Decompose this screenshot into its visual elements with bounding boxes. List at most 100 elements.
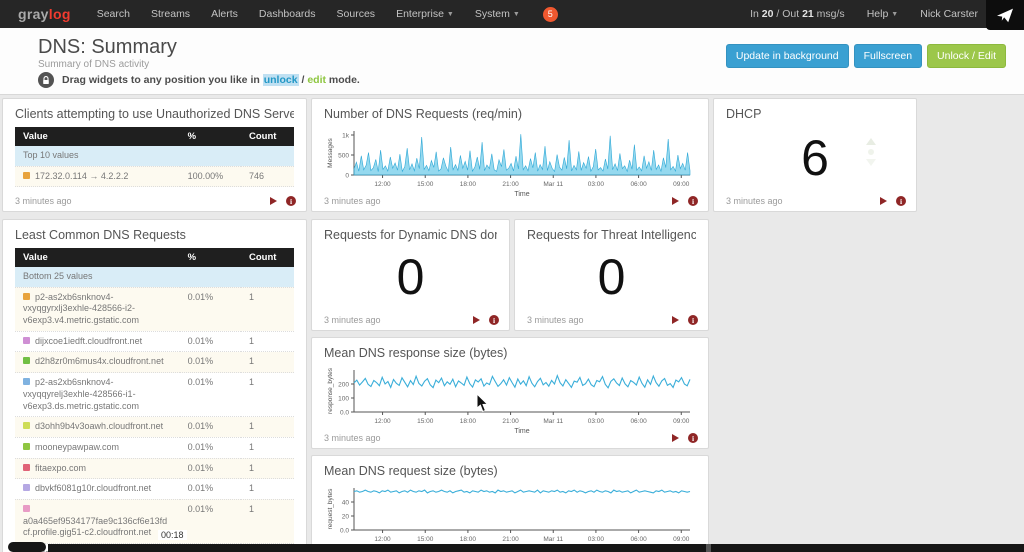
svg-text:21:00: 21:00: [502, 418, 519, 425]
column-header-count[interactable]: Count: [240, 248, 294, 267]
info-icon[interactable]: i: [489, 315, 499, 325]
top-navbar: graylog Search Streams Alerts Dashboards…: [0, 0, 1024, 28]
row-count: 1: [240, 331, 294, 353]
replay-search-icon[interactable]: [672, 434, 679, 442]
trend-icon: [864, 137, 878, 172]
widget-response-size-chart: Mean DNS response size (bytes) 200 100 0.0…: [311, 337, 709, 449]
column-header-pct[interactable]: %: [179, 127, 241, 146]
replay-search-icon[interactable]: [880, 197, 887, 205]
info-icon[interactable]: i: [286, 196, 296, 206]
info-icon[interactable]: i: [688, 433, 698, 443]
svg-text:15:00: 15:00: [417, 418, 434, 425]
replay-search-icon[interactable]: [672, 316, 679, 324]
unlock-edit-button[interactable]: Unlock / Edit: [927, 44, 1006, 68]
info-icon[interactable]: i: [688, 315, 698, 325]
widget-updated: 3 minutes ago: [726, 196, 783, 206]
table-row: d3ohh9b4v3oawh.cloudfront.net 0.01% 1: [15, 416, 294, 438]
nav-item-enterprise[interactable]: Enterprise ▼: [396, 8, 454, 20]
widget-updated: 3 minutes ago: [15, 196, 72, 206]
nav-item-streams[interactable]: Streams: [151, 8, 190, 20]
widget-updated: 3 minutes ago: [324, 433, 381, 443]
svg-text:18:00: 18:00: [460, 418, 477, 425]
page-subtitle: Summary of DNS activity: [38, 59, 150, 70]
row-count: 1: [240, 458, 294, 480]
column-header-pct[interactable]: %: [179, 248, 241, 267]
table-row: p2-as2xb6snknov4-vxyqgyrxlj3exhle-428566…: [15, 287, 294, 332]
table-row: d2h8zr0m6mus4x.cloudfront.net 0.01% 1: [15, 351, 294, 374]
svg-text:21:00: 21:00: [502, 181, 519, 188]
column-header-value[interactable]: Value: [15, 127, 180, 146]
svg-text:response_bytes: response_bytes: [327, 367, 334, 414]
share-button[interactable]: [986, 0, 1024, 30]
widget-title: Requests for Threat Intelligence-flagge.…: [527, 228, 696, 242]
player-scrubber[interactable]: [48, 544, 1024, 552]
group-label: Top 10 values: [15, 146, 294, 167]
row-percent: 0.01%: [179, 478, 241, 500]
widget-title: Number of DNS Requests (req/min): [324, 107, 522, 121]
chevron-down-icon: ▼: [891, 11, 899, 18]
row-percent: 0.01%: [179, 372, 241, 418]
series-color-swatch: [23, 171, 30, 179]
nav-item-sources[interactable]: Sources: [337, 8, 376, 20]
svg-text:09:00: 09:00: [673, 181, 690, 188]
table-row: 172.32.0.114 → 4.2.2.2 100.00% 746: [15, 166, 294, 188]
row-count: 1: [240, 287, 294, 332]
widget-updated: 3 minutes ago: [324, 315, 381, 325]
nav-item-user[interactable]: Nick Carster: [920, 8, 978, 20]
column-header-count[interactable]: Count: [240, 127, 294, 146]
widget-title: DHCP: [726, 107, 762, 121]
dns-requests-chart: 1k 500 0 12:00 15:00 18:00 21:00 Mar 11 03:00 06:…: [327, 131, 691, 198]
table-row: dbvkf6081g10r.cloudfront.net 0.01% 1: [15, 478, 294, 500]
svg-text:500: 500: [338, 153, 349, 160]
row-value: a0a465ef9534177fae9c136cf6e13fdcf.profil…: [23, 515, 168, 538]
series-color-swatch: [23, 336, 30, 344]
row-percent: 0.01%: [179, 499, 241, 545]
replay-search-icon[interactable]: [672, 197, 679, 205]
widget-title: Mean DNS response size (bytes): [324, 346, 508, 360]
nav-item-alerts[interactable]: Alerts: [211, 8, 238, 20]
table-row: p2-as2xb6snknov4-vxyqqyrelj3exhle-428566…: [15, 372, 294, 418]
request-size-chart: 40 20 0.0 12:00 15:00 18:00 21:00 Mar 11 03:00 06…: [327, 488, 691, 552]
info-icon[interactable]: i: [896, 196, 906, 206]
unlock-link[interactable]: unlock: [262, 74, 299, 86]
least-common-dns-table: Value % Count Bottom 25 values p2-as2xb6…: [15, 248, 294, 552]
row-count: 1: [240, 351, 294, 374]
nav-item-search[interactable]: Search: [97, 8, 130, 20]
fullscreen-button[interactable]: Fullscreen: [853, 44, 923, 68]
nav-item-dashboards[interactable]: Dashboards: [259, 8, 316, 20]
widget-title: Mean DNS request size (bytes): [324, 464, 498, 478]
row-value: mooneypawpaw.com: [35, 441, 120, 452]
column-header-value[interactable]: Value: [15, 248, 180, 267]
widget-dynamic-dns: Requests for Dynamic DNS domains 0 3 min…: [311, 219, 510, 331]
nav-item-system[interactable]: System ▼: [475, 8, 520, 20]
replay-search-icon[interactable]: [473, 316, 480, 324]
svg-text:18:00: 18:00: [460, 181, 477, 188]
svg-text:06:00: 06:00: [630, 181, 647, 188]
svg-text:Mar 11: Mar 11: [543, 418, 563, 425]
svg-text:40: 40: [342, 500, 350, 507]
chevron-down-icon: ▼: [446, 11, 454, 18]
series-color-swatch: [23, 378, 30, 386]
table-row: fitaexpo.com 0.01% 1: [15, 458, 294, 480]
info-icon[interactable]: i: [688, 196, 698, 206]
page-title: DNS: Summary: [38, 36, 177, 58]
row-count: 1: [240, 499, 294, 545]
svg-text:1k: 1k: [342, 133, 350, 140]
table-row: mooneypawpaw.com 0.01% 1: [15, 437, 294, 459]
edit-link[interactable]: edit: [307, 74, 326, 86]
notification-badge[interactable]: 5: [542, 6, 558, 22]
nav-item-help[interactable]: Help ▼: [867, 8, 899, 20]
graylog-logo[interactable]: graylog: [18, 6, 71, 22]
update-in-background-button[interactable]: Update in background: [725, 44, 849, 68]
row-value: d3ohh9b4v3oawh.cloudfront.net: [35, 421, 164, 432]
svg-text:Mar 11: Mar 11: [543, 181, 563, 188]
widget-unauthorized-dns: Clients attempting to use Unauthorized D…: [2, 98, 307, 212]
replay-search-icon[interactable]: [270, 197, 277, 205]
widget-least-common-dns: Least Common DNS Requests Value % Count …: [2, 219, 307, 552]
player-button[interactable]: [8, 542, 46, 552]
widget-updated: 3 minutes ago: [324, 196, 381, 206]
row-percent: 0.01%: [179, 351, 241, 374]
row-value: p2-as2xb6snknov4-vxyqqyrelj3exhle-428566…: [23, 377, 140, 411]
svg-text:12:00: 12:00: [374, 536, 391, 543]
page-header: DNS: Summary Summary of DNS activity Dra…: [0, 28, 1024, 95]
